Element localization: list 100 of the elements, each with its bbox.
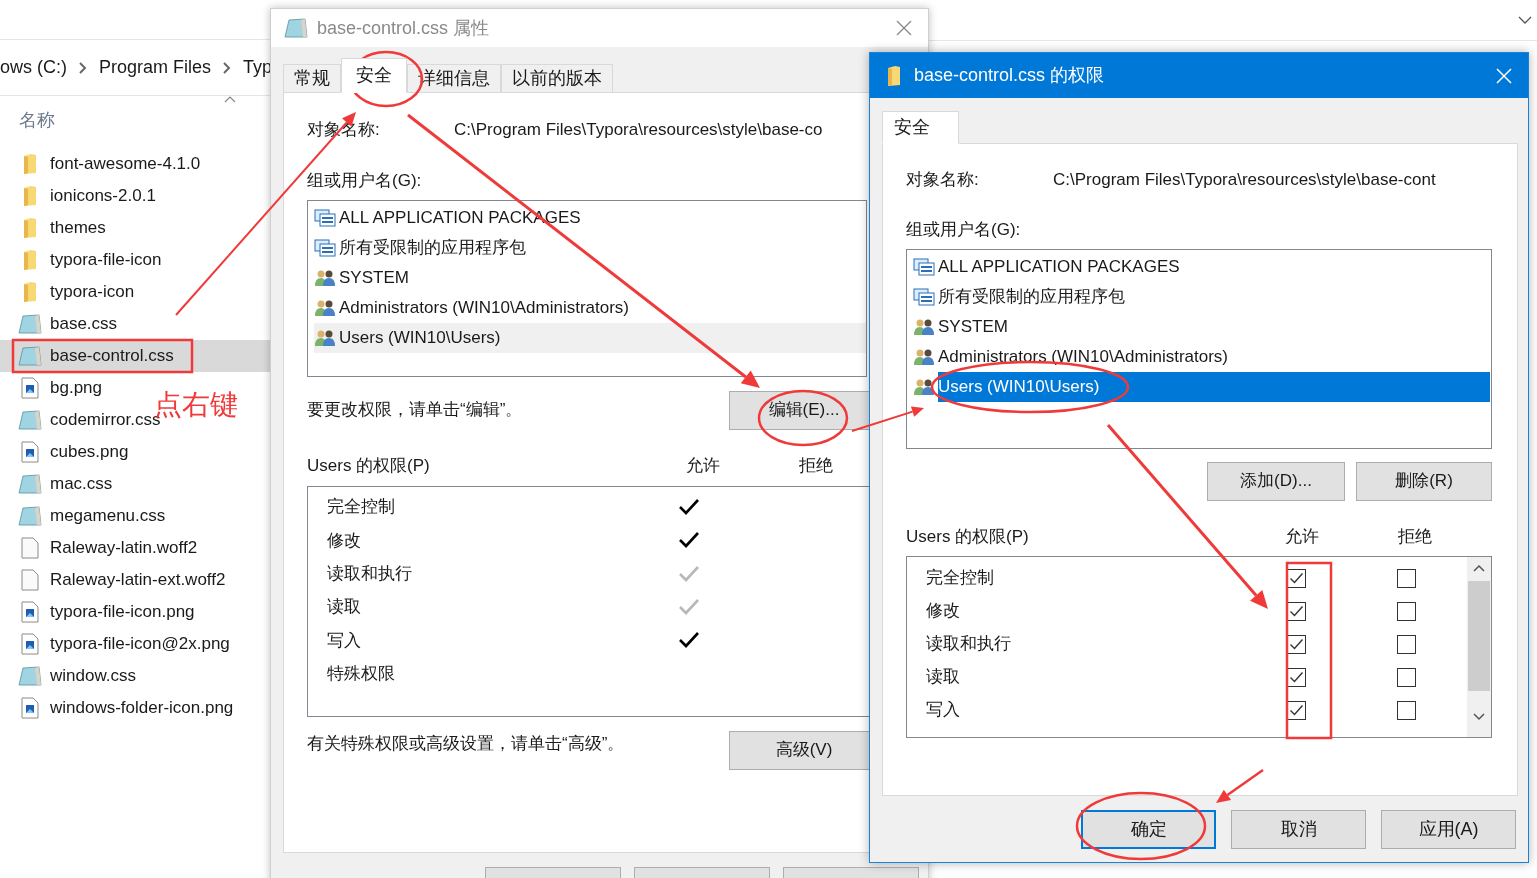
group-item[interactable]: Administrators (WIN10\Administrators) — [938, 341, 1490, 372]
dialog-button[interactable]: 确定 — [1081, 810, 1216, 849]
package-icon — [314, 238, 336, 257]
dialog-button[interactable]: 应用(A) — [1381, 810, 1516, 849]
permissions-label: Users 的权限(P) — [307, 454, 431, 477]
group-label: 组或用户名(G): — [906, 219, 1021, 241]
add-button[interactable]: 添加(D)... — [1207, 461, 1345, 501]
file-name[interactable]: typora-icon — [50, 279, 135, 305]
file-name[interactable]: cubes.png — [50, 439, 129, 465]
permission-name: 写入 — [925, 699, 961, 722]
image-file-icon — [21, 601, 39, 623]
object-name-label: 对象名称: — [906, 169, 980, 192]
file-name[interactable]: bg.png — [50, 375, 102, 401]
document-icon — [17, 506, 43, 526]
users-icon — [913, 347, 935, 366]
column-header: 拒绝 — [798, 454, 834, 477]
document-icon — [17, 474, 43, 494]
file-name[interactable]: base.css — [50, 311, 118, 337]
group-item[interactable]: Users (WIN10\Users) — [314, 322, 866, 353]
folder-icon — [22, 153, 38, 175]
object-name: C:\Program Files\Typora\resources\style\base-co — [454, 119, 823, 142]
file-icon — [21, 569, 39, 591]
folder-icon — [22, 185, 38, 207]
window-title: base-control.css 属性 — [317, 16, 490, 40]
users-icon — [314, 298, 336, 317]
close-icon[interactable] — [896, 20, 912, 36]
tab[interactable]: 常规 — [283, 64, 341, 92]
checkbox[interactable] — [1397, 634, 1416, 654]
file-name[interactable]: windows-folder-icon.png — [50, 695, 234, 721]
file-name[interactable]: window.css — [50, 663, 136, 689]
permission-name: 完全控制 — [925, 567, 995, 590]
checkbox[interactable] — [1397, 568, 1416, 588]
group-item[interactable]: Users (WIN10\Users) — [938, 371, 1490, 402]
file-name[interactable]: typora-file-icon.png — [50, 599, 195, 625]
group-label: 组或用户名(G): — [307, 170, 422, 192]
chevron-right-icon — [223, 61, 232, 74]
file-name[interactable]: typora-file-icon@2x.png — [50, 631, 230, 657]
file-name[interactable]: ionicons-2.0.1 — [50, 183, 156, 209]
package-icon — [913, 287, 935, 306]
scroll-down-icon[interactable] — [1473, 712, 1485, 721]
folder-icon — [22, 281, 38, 303]
group-item[interactable]: ALL APPLICATION PACKAGES — [938, 251, 1490, 282]
dialog-button[interactable]: 取消 — [1231, 810, 1366, 849]
file-name[interactable]: themes — [50, 215, 106, 241]
column-header: 允许 — [1284, 525, 1320, 548]
tab[interactable]: 以前的版本 — [501, 64, 613, 92]
breadcrumb-item[interactable]: ows (C:) — [0, 54, 67, 81]
package-icon — [314, 208, 336, 227]
group-item[interactable]: SYSTEM — [314, 262, 866, 293]
advanced-hint: 有关特殊权限或高级设置，请单击“高级”。 — [307, 732, 626, 755]
window-title: base-control.css 的权限 — [914, 64, 1105, 87]
users-icon — [314, 328, 336, 347]
document-icon — [283, 18, 309, 38]
group-item[interactable]: Administrators (WIN10\Administrators) — [314, 292, 866, 323]
document-icon — [17, 346, 43, 366]
package-icon — [913, 257, 935, 276]
file-name[interactable]: megamenu.css — [50, 503, 166, 529]
chevron-down-icon — [1518, 16, 1532, 24]
file-name[interactable]: typora-file-icon — [50, 247, 162, 273]
permissions-label: Users 的权限(P) — [906, 525, 1030, 548]
breadcrumb-item[interactable]: Program Files — [99, 54, 212, 81]
image-file-icon — [21, 633, 39, 655]
group-item[interactable]: 所有受限制的应用程序包 — [938, 281, 1490, 312]
users-icon — [314, 268, 336, 287]
object-name: C:\Program Files\Typora\resources\style\base-cont — [1053, 169, 1436, 192]
permission-name: 修改 — [326, 529, 362, 552]
permission-name: 读取 — [925, 666, 961, 689]
users-icon — [913, 317, 935, 336]
scrollbar[interactable] — [1467, 556, 1491, 737]
document-icon — [17, 666, 43, 686]
permission-name: 读取和执行 — [925, 633, 1012, 656]
selected-row-highlight[interactable] — [0, 340, 270, 372]
folder-icon — [886, 64, 902, 87]
image-file-icon — [21, 697, 39, 719]
column-header: 允许 — [685, 454, 721, 477]
file-name[interactable]: Raleway-latin-ext.woff2 — [50, 567, 226, 593]
remove-button[interactable]: 删除(R) — [1356, 461, 1492, 501]
group-item[interactable]: 所有受限制的应用程序包 — [314, 232, 866, 263]
document-icon — [17, 410, 43, 430]
folder-icon — [22, 217, 38, 239]
tab[interactable]: 安全 — [882, 111, 959, 144]
chevron-right-icon — [79, 61, 87, 74]
checkbox[interactable] — [1397, 667, 1416, 687]
permission-name: 读取和执行 — [326, 563, 413, 585]
group-item[interactable]: SYSTEM — [938, 311, 1490, 342]
checkbox[interactable] — [1397, 601, 1416, 621]
file-icon — [21, 537, 39, 559]
users-icon — [913, 377, 935, 396]
file-name[interactable]: Raleway-latin.woff2 — [50, 535, 198, 561]
file-name[interactable]: base-control.css — [50, 343, 174, 369]
file-name[interactable]: mac.css — [50, 471, 113, 497]
annotation-arrow — [1216, 768, 1264, 803]
folder-icon — [22, 249, 38, 271]
tab[interactable]: 安全 — [341, 58, 407, 93]
checkbox[interactable] — [1397, 700, 1416, 720]
document-icon — [17, 314, 43, 334]
file-name[interactable]: font-awesome-4.1.0 — [50, 151, 201, 177]
scroll-up-icon[interactable] — [1473, 563, 1485, 572]
column-header[interactable]: 名称 — [19, 106, 55, 134]
sort-up-icon — [224, 96, 236, 103]
